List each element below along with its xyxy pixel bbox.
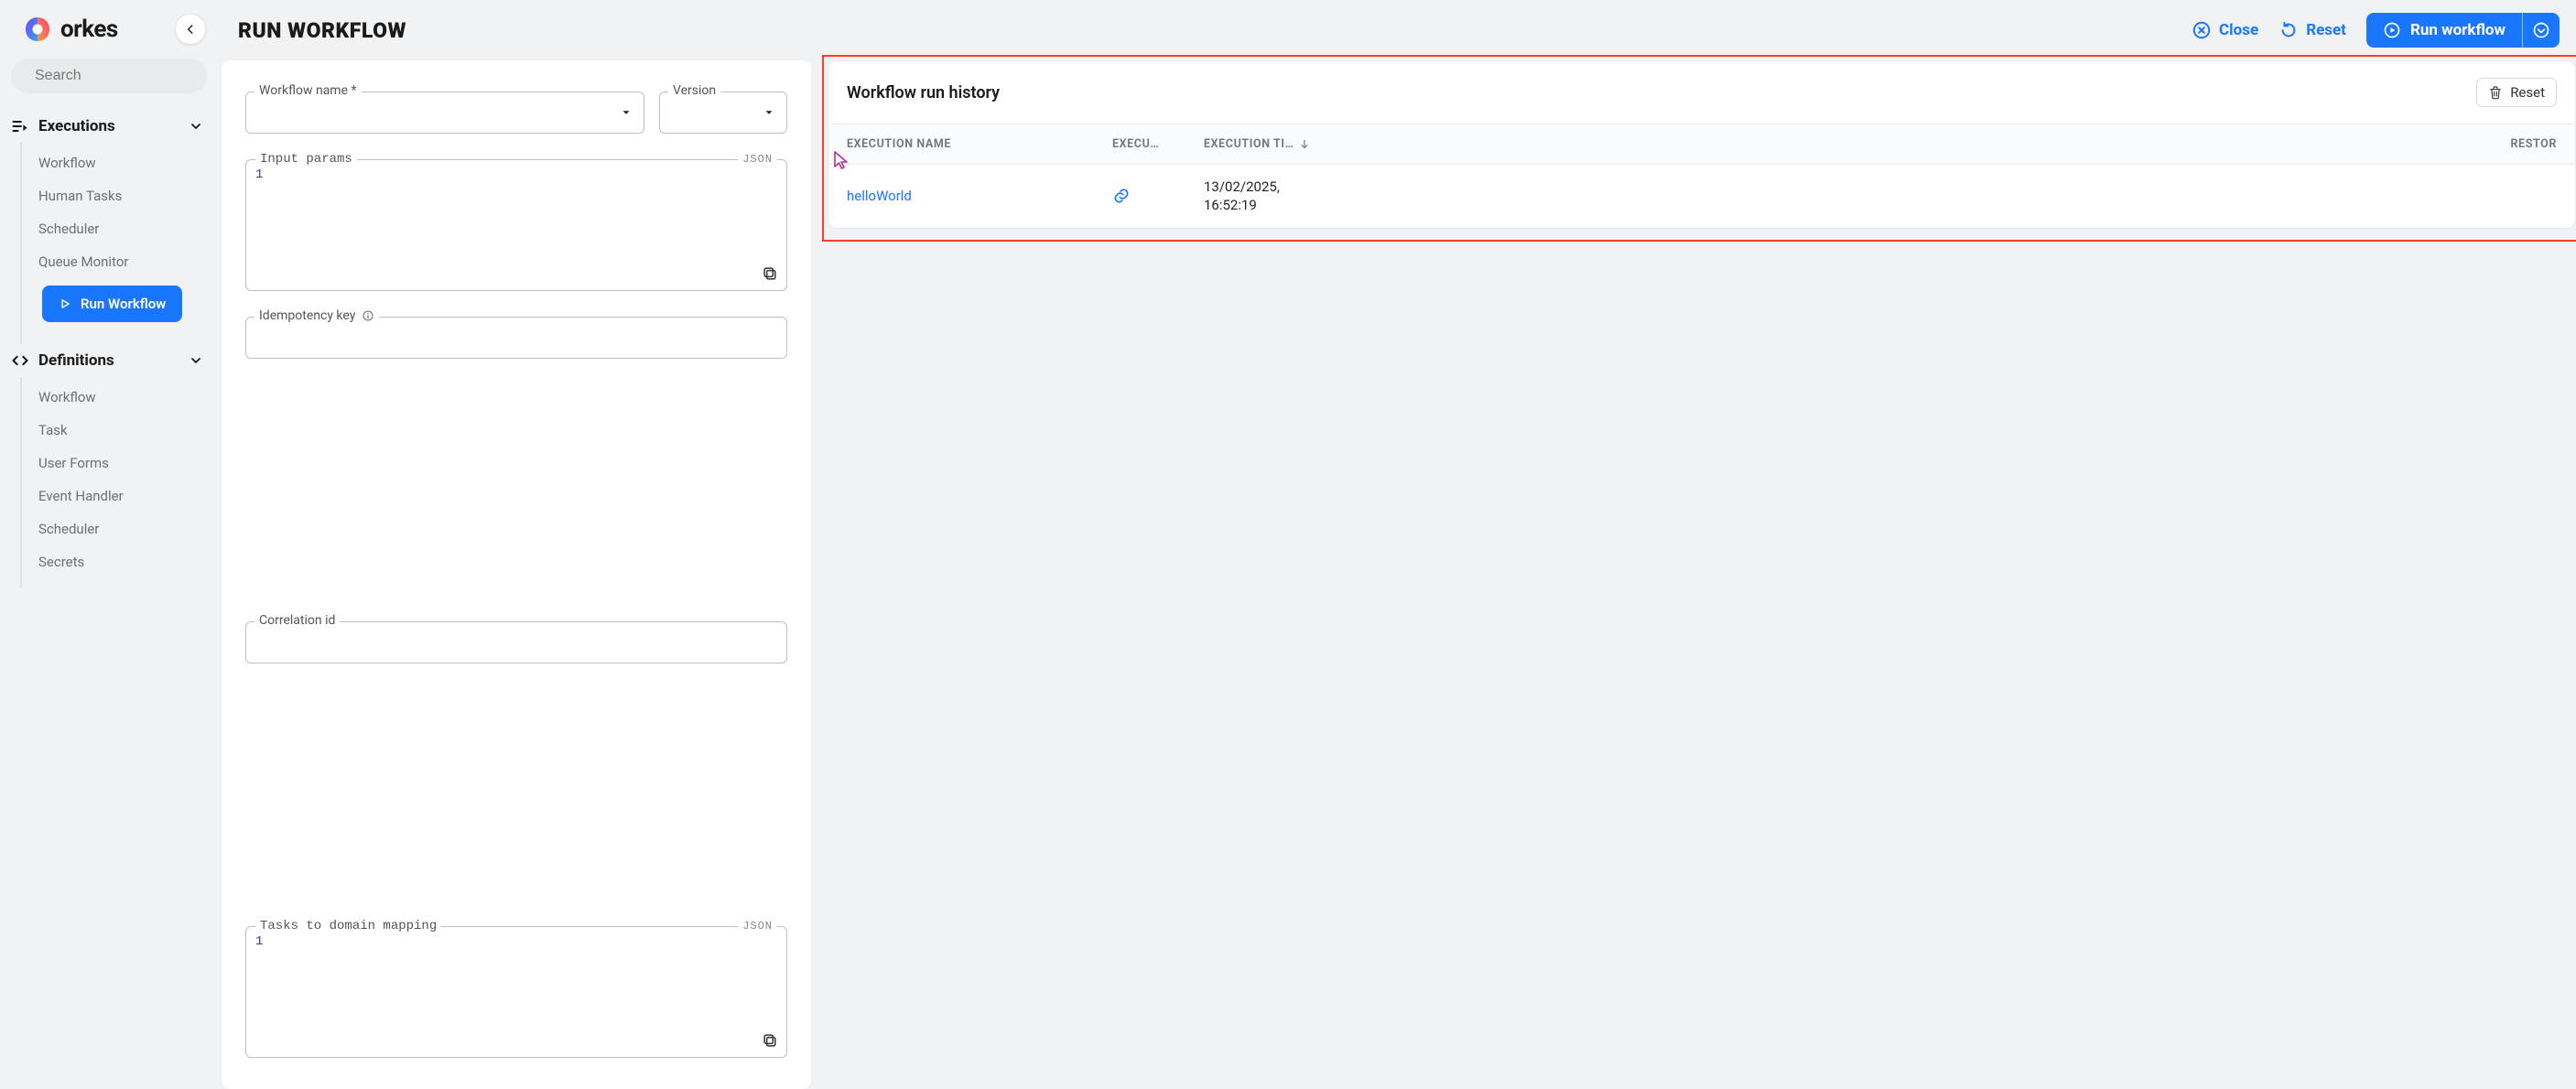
correlation-label: Correlation id (254, 613, 340, 628)
caret-down-icon (620, 106, 633, 119)
search-field[interactable]: ⌘ K (11, 59, 207, 93)
topbar: RUN WORKFLOW Close Reset Run workflow (218, 0, 2576, 60)
workflow-name-field[interactable]: Workflow name * (245, 92, 644, 134)
close-circle-icon (2192, 20, 2212, 40)
run-workflow-dropdown[interactable] (2522, 13, 2560, 48)
input-params-label: Input params (255, 152, 357, 167)
nav-item-queue-monitor[interactable]: Queue Monitor (22, 245, 211, 278)
brand-row: orkes (7, 9, 211, 59)
json-badge: JSON (738, 153, 777, 166)
caret-down-icon (763, 106, 775, 119)
col-execution[interactable]: EXECU… (1112, 137, 1204, 151)
nav-item-def-secrets[interactable]: Secrets (22, 545, 211, 578)
nav-item-def-workflow[interactable]: Workflow (22, 381, 211, 414)
line-number: 1 (255, 167, 777, 182)
workflow-name-label: Workflow name * (254, 83, 362, 98)
line-number: 1 (255, 934, 777, 949)
history-card: Workflow run history Reset EXECUTION NAM… (828, 60, 2576, 229)
history-title: Workflow run history (847, 83, 1000, 102)
tasks-domain-label: Tasks to domain mapping (255, 919, 441, 933)
json-badge: JSON (738, 920, 777, 933)
chevron-down-icon (189, 353, 203, 368)
chevron-down-icon (189, 119, 203, 134)
run-workflow-button[interactable]: Run workflow (2366, 13, 2560, 48)
page-title: RUN WORKFLOW (238, 18, 406, 43)
copy-button[interactable] (761, 1031, 779, 1050)
nav-group-executions[interactable]: Executions (7, 110, 211, 143)
idempotency-label: Idempotency key (254, 308, 379, 323)
nav-item-def-user-forms[interactable]: User Forms (22, 447, 211, 480)
nav-item-scheduler[interactable]: Scheduler (22, 212, 211, 245)
nav-sub-executions: Workflow Human Tasks Scheduler Queue Mon… (20, 143, 211, 344)
reset-icon (2278, 20, 2299, 40)
code-icon (11, 351, 29, 370)
nav-item-def-scheduler[interactable]: Scheduler (22, 512, 211, 545)
play-icon (59, 297, 71, 310)
tasks-domain-editor[interactable]: Tasks to domain mapping JSON 1 (245, 926, 787, 1058)
sort-down-icon (1298, 138, 1311, 151)
brand-name: orkes (60, 16, 118, 43)
execution-time: 13/02/2025, 16:52:19 (1204, 178, 1359, 215)
history-columns: EXECUTION NAME EXECU… EXECUTION TI… REST… (828, 124, 2575, 165)
reset-button[interactable]: Reset (2278, 20, 2346, 40)
execution-name-link[interactable]: helloWorld (847, 188, 912, 204)
execution-link-icon[interactable] (1112, 187, 1204, 205)
close-button[interactable]: Close (2192, 20, 2258, 40)
correlation-field[interactable]: Correlation id (245, 621, 787, 900)
nav-item-workflow[interactable]: Workflow (22, 146, 211, 179)
col-restore[interactable]: RESTOR (1359, 137, 2557, 151)
nav-sub-definitions: Workflow Task User Forms Event Handler S… (20, 377, 211, 588)
col-execution-time[interactable]: EXECUTION TI… (1204, 137, 1359, 151)
version-label: Version (668, 83, 720, 98)
trash-icon (2488, 85, 2503, 100)
sidebar-run-workflow-button[interactable]: Run Workflow (42, 286, 182, 322)
link-icon (1112, 187, 1131, 205)
chevron-left-icon (184, 23, 197, 36)
version-field[interactable]: Version (659, 92, 787, 134)
chevron-down-circle-icon (2532, 21, 2550, 39)
run-workflow-form: Workflow name * Version Input params (222, 60, 811, 1089)
col-execution-name[interactable]: EXECUTION NAME (847, 137, 1112, 151)
nav-item-def-event-handler[interactable]: Event Handler (22, 480, 211, 512)
nav-item-human-tasks[interactable]: Human Tasks (22, 179, 211, 212)
brand-logo (24, 16, 51, 43)
input-params-editor[interactable]: Input params JSON 1 (245, 159, 787, 291)
nav-group-definitions[interactable]: Definitions (7, 344, 211, 377)
history-reset-button[interactable]: Reset (2476, 78, 2557, 107)
copy-button[interactable] (761, 264, 779, 283)
idempotency-field[interactable]: Idempotency key (245, 317, 787, 596)
search-input[interactable] (33, 67, 226, 85)
sidebar-collapse-button[interactable] (176, 15, 205, 44)
executions-icon (11, 117, 29, 135)
nav-item-def-task[interactable]: Task (22, 414, 211, 447)
play-circle-icon (2383, 21, 2401, 39)
copy-icon (761, 264, 779, 283)
sidebar: orkes ⌘ K Executions Workflow Human Tas (0, 0, 218, 1089)
info-icon (362, 309, 374, 322)
history-row: helloWorld 13/02/2025, 16:52:19 (828, 165, 2575, 228)
copy-icon (761, 1031, 779, 1050)
